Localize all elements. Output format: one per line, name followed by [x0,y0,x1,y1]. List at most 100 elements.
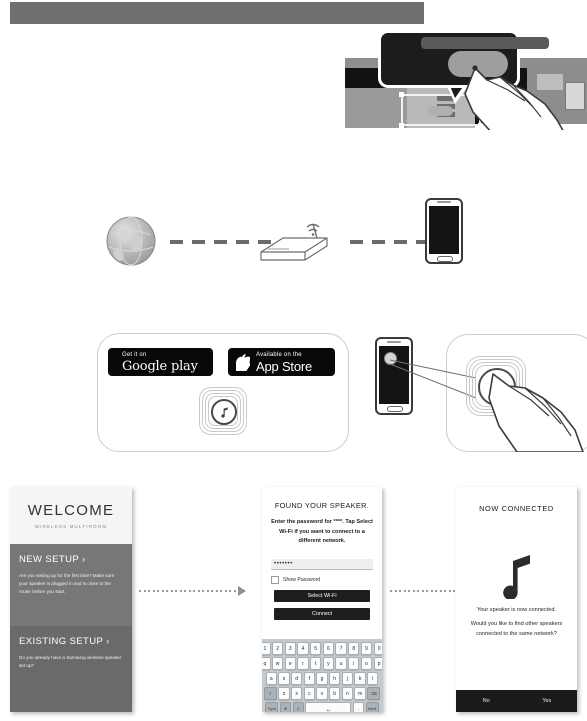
next-key[interactable]: Next [365,702,379,712]
key[interactable]: 0 [373,642,382,655]
pointing-hand-icon [464,65,564,130]
app-store-badge[interactable]: Available on the App Store [228,348,335,376]
no-button[interactable]: No [456,690,517,712]
connected-secondary-text: Would you like to find other speakers co… [470,621,563,637]
key[interactable]: q [262,657,271,670]
backspace-key[interactable]: ⌫ [367,687,381,700]
password-input[interactable]: ••••••• [271,558,373,570]
key[interactable]: v [316,687,328,700]
callout-sheen [421,37,549,49]
key[interactable]: m [354,687,366,700]
phone-home-button [387,406,403,412]
section-heading-bar [10,2,424,24]
music-note-icon [220,406,228,418]
key[interactable]: p [373,657,382,670]
welcome-header: WELCOME WIRELESS MULTIROOM [10,487,132,544]
key[interactable]: t [310,657,322,670]
flow-arrow-dots [139,589,236,592]
period-key[interactable]: . [352,702,365,712]
connected-primary-text: Your speaker is now connected. [476,607,557,613]
keyboard-row-home: a s d f g h j k l [264,672,380,685]
key[interactable]: o [360,657,372,670]
connected-action-bar: No Yes [456,690,577,712]
language-globe-key[interactable]: ⊕ [279,702,292,712]
key[interactable]: w [272,657,284,670]
key[interactable]: f [303,672,315,685]
tapping-hand-icon [488,373,584,452]
keyboard-row-numbers: 1 2 3 4 5 6 7 8 9 0 [262,642,382,655]
google-play-badge[interactable]: Get it on Google play [108,348,213,376]
flow-arrow [139,585,246,596]
select-wifi-button[interactable]: Select Wi-Fi [274,589,370,602]
keyboard-row-top: q w e r t y u i o p [262,657,382,670]
key[interactable]: a [265,672,277,685]
speaker-power-button-photo [345,30,587,130]
key[interactable]: l [367,672,379,685]
keyboard-row-function: Sym ⊕ ☺ ␣ . Next [264,702,380,712]
google-play-badge-small-text: Get it on [122,351,147,358]
key[interactable]: b [329,687,341,700]
key[interactable]: c [303,687,315,700]
phone-screen [429,206,459,254]
key[interactable]: i [348,657,360,670]
existing-setup-label: EXISTING SETUP [19,636,104,647]
existing-setup-option[interactable]: EXISTING SETUP › Do you already have a Sa… [10,626,132,712]
space-key[interactable]: ␣ [305,702,352,712]
keyboard-row-bottom: ⇧ z x c v b n m ⌫ [263,687,381,700]
show-password-row[interactable]: Show Password [271,575,373,584]
emoji-key[interactable]: ☺ [292,702,304,712]
highlight-corner [399,123,404,128]
page-subtitle: WIRELESS MULTIROOM [34,524,108,529]
flow-arrow-head [237,585,246,596]
existing-setup-heading: EXISTING SETUP › [19,636,123,647]
highlight-corner [399,92,404,97]
key[interactable]: 2 [272,642,284,655]
apple-logo-icon [236,353,250,371]
key[interactable]: r [297,657,309,670]
key[interactable]: j [341,672,353,685]
key[interactable]: 1 [262,642,271,655]
key[interactable]: 8 [348,642,360,655]
welcome-screen: WELCOME WIRELESS MULTIROOM NEW SETUP › Ar… [10,487,132,712]
key[interactable]: g [316,672,328,685]
multiroom-app-icon[interactable] [199,387,247,435]
new-setup-label: NEW SETUP [19,554,80,565]
symbols-key[interactable]: Sym [265,702,279,712]
phone-home-button [437,256,453,262]
key[interactable]: y [322,657,334,670]
key[interactable]: z [278,687,290,700]
power-button[interactable] [427,106,453,116]
key[interactable]: d [291,672,303,685]
chevron-right-icon: › [106,636,110,646]
yes-button[interactable]: Yes [517,690,578,712]
key[interactable]: 7 [335,642,347,655]
key[interactable]: x [291,687,303,700]
key[interactable]: 3 [284,642,296,655]
key[interactable]: k [354,672,366,685]
new-setup-heading: NEW SETUP › [19,554,123,565]
connect-button[interactable]: Connect [274,607,370,620]
password-value: ••••••• [274,560,293,567]
chevron-right-icon: › [82,554,86,564]
key[interactable]: n [341,687,353,700]
new-setup-option[interactable]: NEW SETUP › Are you setting up for the fi… [10,544,132,626]
phone-earpiece [387,341,401,343]
wifi-router-icon [260,223,328,261]
shift-key[interactable]: ⇧ [263,687,277,700]
google-play-badge-label: Google play [122,358,198,374]
key[interactable]: s [278,672,290,685]
on-screen-keyboard[interactable]: 1 2 3 4 5 6 7 8 9 0 q w e r t y u i o p … [262,639,382,712]
key[interactable]: 6 [322,642,334,655]
page-title: FOUND YOUR SPEAKER. [274,501,370,510]
phone-earpiece [437,201,451,203]
key[interactable]: h [329,672,341,685]
key[interactable]: u [335,657,347,670]
key[interactable]: 4 [297,642,309,655]
found-speaker-screen: FOUND YOUR SPEAKER. Enter the password f… [262,487,382,712]
key[interactable]: 5 [310,642,322,655]
globe-icon [106,216,156,266]
key[interactable]: 9 [360,642,372,655]
now-connected-screen: NOW CONNECTED Your speaker is now connec… [456,487,577,712]
show-password-checkbox[interactable] [271,575,279,584]
key[interactable]: e [284,657,296,670]
